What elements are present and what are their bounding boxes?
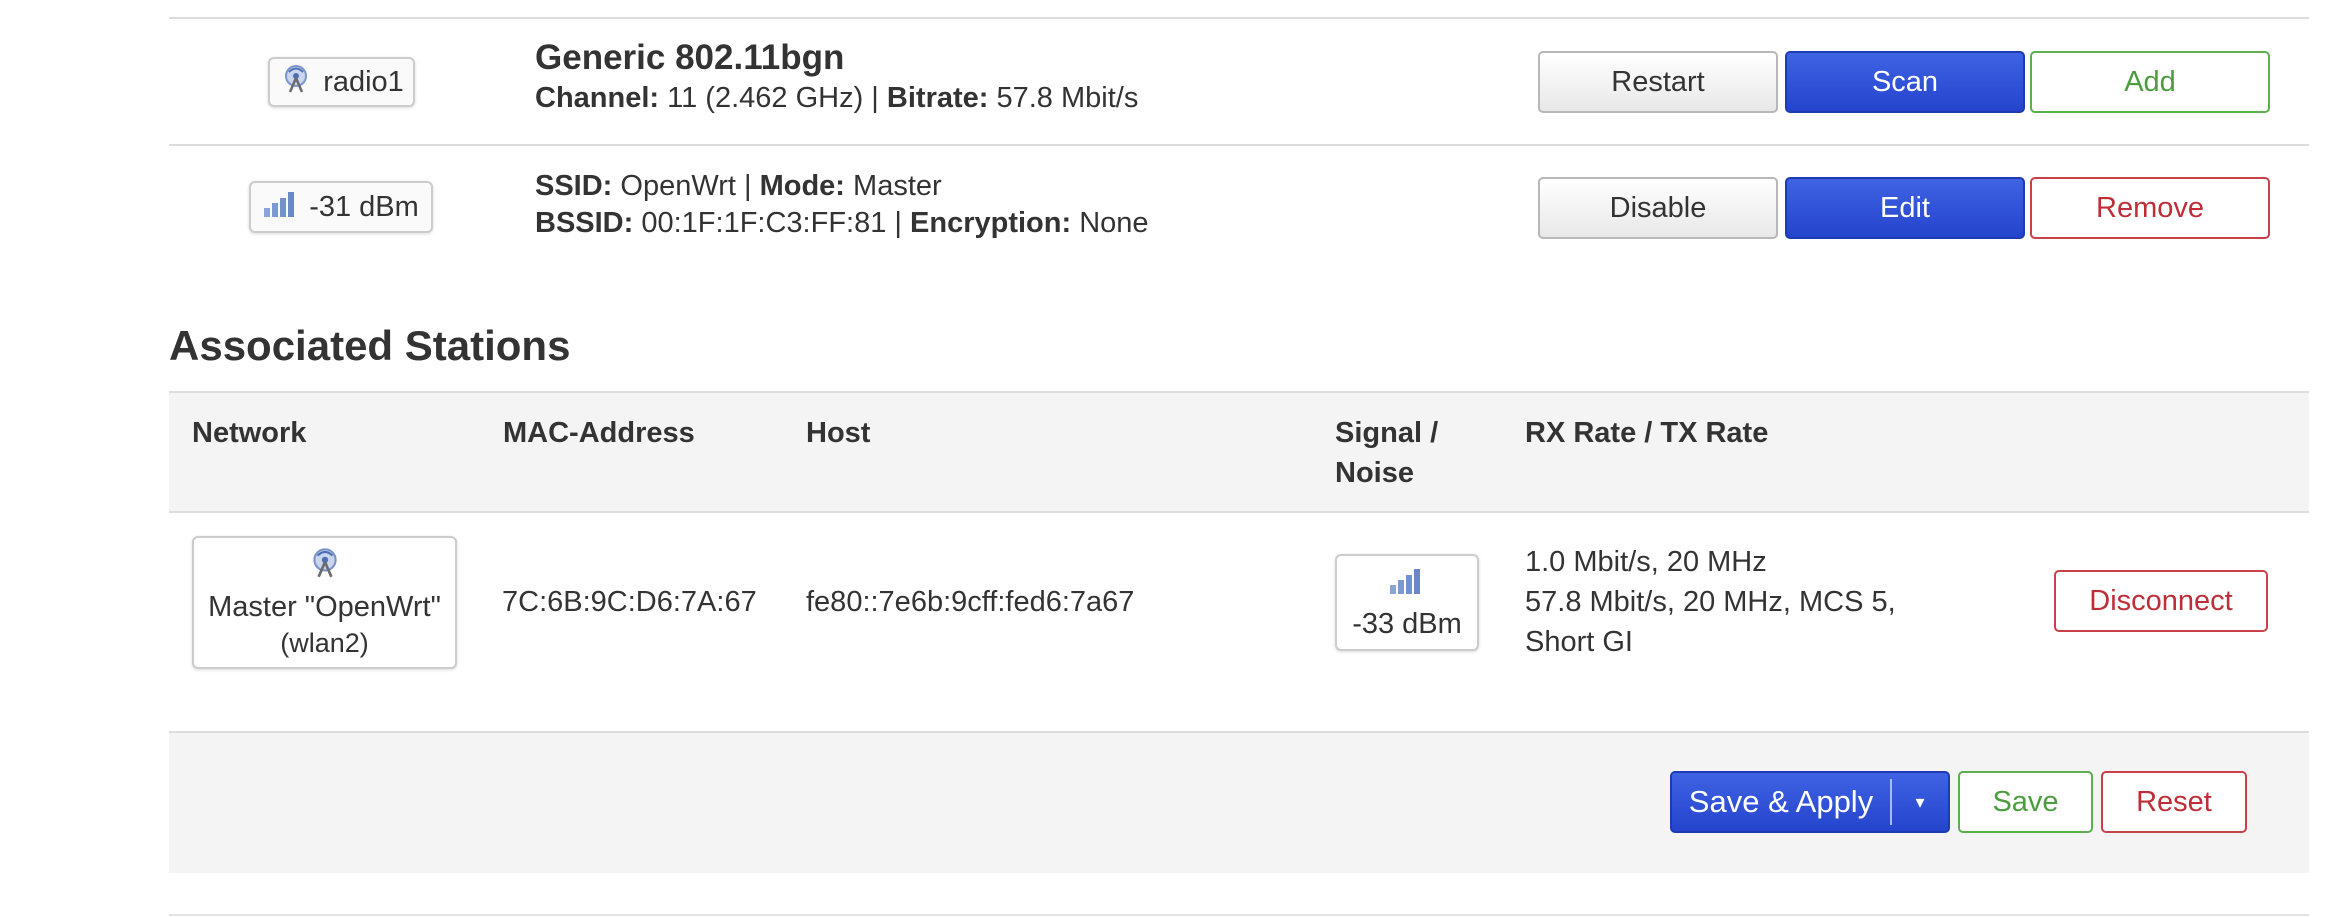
bssid-label: BSSID: xyxy=(535,207,634,239)
col-signal-line1: Signal / xyxy=(1335,417,1439,449)
station-tx-rate: 57.8 Mbit/s, 20 MHz, MCS 5, xyxy=(1525,586,1896,618)
bitrate-value: 57.8 Mbit/s xyxy=(996,82,1139,114)
station-rates: 1.0 Mbit/s, 20 MHz 57.8 Mbit/s, 20 MHz, … xyxy=(1525,542,1896,662)
separator: | xyxy=(894,207,902,239)
separator: | xyxy=(871,82,879,114)
station-mac: 7C:6B:9C:D6:7A:67 xyxy=(502,586,757,618)
col-network: Network xyxy=(192,417,307,449)
ssid-value: OpenWrt xyxy=(620,170,736,202)
network-bssid-line: BSSID: 00:1F:1F:C3:FF:81 | Encryption: N… xyxy=(535,207,1149,240)
bssid-value: 00:1F:1F:C3:FF:81 xyxy=(641,207,887,239)
network-ssid-line: SSID: OpenWrt | Mode: Master xyxy=(535,170,1149,203)
radio-badge-label: radio1 xyxy=(323,65,404,98)
reset-button[interactable]: Reset xyxy=(2101,771,2247,833)
row-divider xyxy=(169,144,2309,146)
signal-badge: -31 dBm xyxy=(249,181,433,233)
device-channel-line: Channel: 11 (2.462 GHz) | Bitrate: 57.8 … xyxy=(535,82,1138,115)
col-host: Host xyxy=(806,417,871,449)
network-info: SSID: OpenWrt | Mode: Master BSSID: 00:1… xyxy=(535,170,1149,240)
save-apply-button[interactable]: Save & Apply xyxy=(1672,773,1890,831)
col-signal-line2: Noise xyxy=(1335,457,1414,489)
station-signal-value: -33 dBm xyxy=(1352,608,1462,640)
mode-value: Master xyxy=(853,170,942,202)
remove-button[interactable]: Remove xyxy=(2030,177,2270,239)
separator: | xyxy=(743,170,752,202)
station-network-iface: (wlan2) xyxy=(280,628,369,658)
signal-badge-label: -31 dBm xyxy=(309,190,419,223)
col-mac: MAC-Address xyxy=(503,417,695,449)
wifi-radio-icon xyxy=(279,61,313,103)
bottom-divider xyxy=(169,914,2309,916)
station-network-name: Master "OpenWrt" xyxy=(208,591,441,623)
channel-label: Channel: xyxy=(535,82,660,114)
add-button[interactable]: Add xyxy=(2030,51,2270,113)
device-info: Generic 802.11bgn Channel: 11 (2.462 GHz… xyxy=(535,38,1138,115)
mode-label: Mode: xyxy=(759,170,845,202)
radio-badge: radio1 xyxy=(268,57,415,107)
wifi-radio-icon xyxy=(306,544,344,589)
dropdown-caret-icon[interactable]: ▾ xyxy=(1892,773,1948,831)
disconnect-button[interactable]: Disconnect xyxy=(2054,570,2268,632)
col-signal: Signal / Noise xyxy=(1335,413,1438,493)
signal-bars-icon xyxy=(263,188,299,226)
save-button[interactable]: Save xyxy=(1958,771,2093,833)
edit-button[interactable]: Edit xyxy=(1785,177,2025,239)
scan-button[interactable]: Scan xyxy=(1785,51,2025,113)
bitrate-label: Bitrate: xyxy=(886,82,989,114)
top-divider xyxy=(169,17,2309,19)
save-apply-split-button[interactable]: Save & Apply ▾ xyxy=(1670,771,1950,833)
ssid-label: SSID: xyxy=(535,170,613,202)
station-host: fe80::7e6b:9cff:fed6:7a67 xyxy=(806,586,1135,618)
table-header: Network MAC-Address Host Signal / Noise … xyxy=(169,391,2309,513)
device-name: Generic 802.11bgn xyxy=(535,38,845,77)
encryption-value: None xyxy=(1079,207,1149,239)
encryption-label: Encryption: xyxy=(910,207,1072,239)
restart-button[interactable]: Restart xyxy=(1538,51,1778,113)
station-signal-badge: -33 dBm xyxy=(1335,554,1479,651)
disable-button[interactable]: Disable xyxy=(1538,177,1778,239)
station-rx-rate: 1.0 Mbit/s, 20 MHz xyxy=(1525,546,1767,578)
station-tx-rate-extra: Short GI xyxy=(1525,626,1633,658)
channel-value: 11 (2.462 GHz) xyxy=(667,82,864,114)
section-title: Associated Stations xyxy=(169,322,571,369)
station-network-badge: Master "OpenWrt" (wlan2) xyxy=(192,536,457,669)
col-rate: RX Rate / TX Rate xyxy=(1525,417,1769,449)
signal-bars-icon xyxy=(1389,564,1425,604)
